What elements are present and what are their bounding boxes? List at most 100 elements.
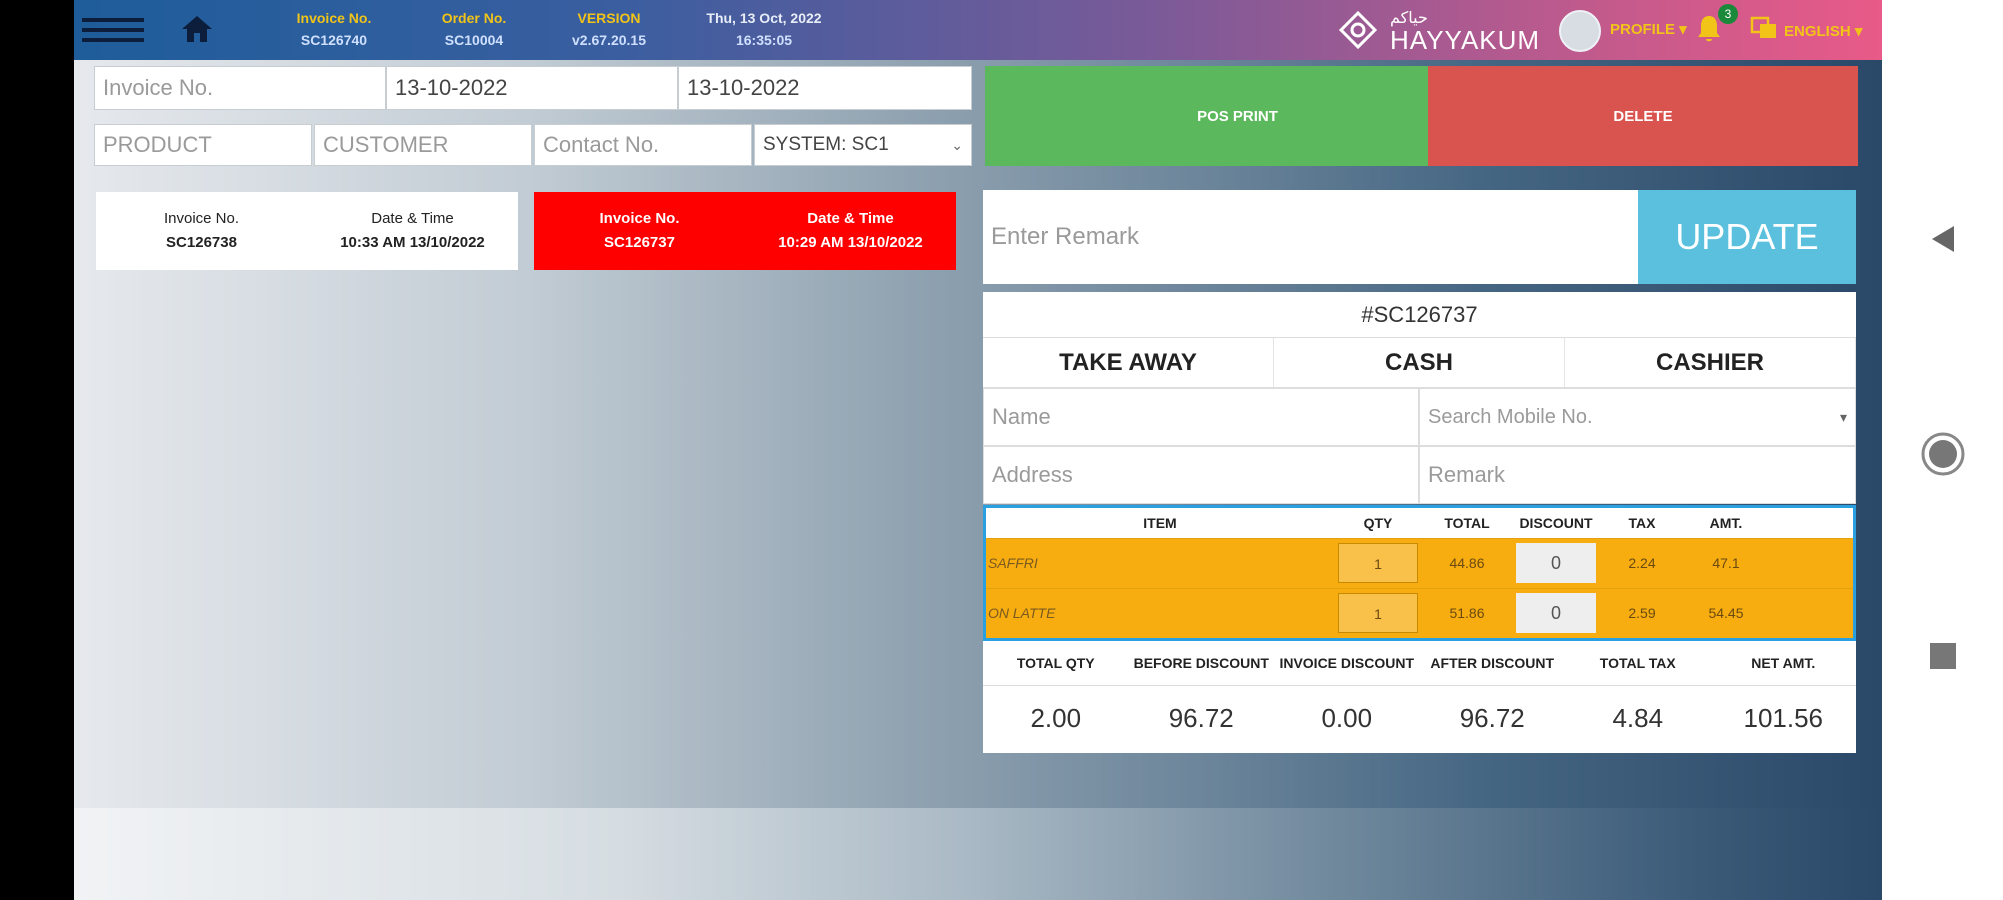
- recent-apps-icon[interactable]: [1882, 640, 2003, 672]
- after-discount-value: 96.72: [1459, 702, 1525, 733]
- date-from-value: 13-10-2022: [395, 75, 508, 100]
- items-table: ITEM QTY TOTAL DISCOUNT TAX AMT. SAFFRI …: [983, 505, 1856, 641]
- totals-summary: TOTAL QTY BEFORE DISCOUNT INVOICE DISCOU…: [983, 641, 1856, 753]
- order-type: TAKE AWAY: [983, 338, 1274, 387]
- table-row[interactable]: SAFFRI 1 44.86 0 2.24 47.1: [986, 537, 1853, 588]
- header-version-label: VERSION: [577, 10, 641, 26]
- col-total: TOTAL: [1422, 508, 1512, 538]
- invoice-card[interactable]: Invoice No. SC126738 Date & Time 10:33 A…: [96, 192, 518, 270]
- address-input[interactable]: Address: [983, 446, 1419, 504]
- invoice-search-input[interactable]: Invoice No.: [94, 66, 386, 110]
- header-invoice-no: Invoice No. SC126740: [264, 7, 404, 51]
- customer-remark-input[interactable]: Remark: [1419, 446, 1856, 504]
- table-row[interactable]: ON LATTE 1 51.86 0 2.59 54.45: [986, 587, 1853, 638]
- col-item: ITEM: [986, 508, 1334, 538]
- item-tax: 2.24: [1600, 537, 1684, 588]
- col-action: [1768, 508, 1853, 538]
- header-version: VERSION v2.67.20.15: [544, 7, 674, 51]
- system-select[interactable]: SYSTEM: SC1 ⌄: [754, 124, 972, 166]
- invoice-card-number-value: SC126738: [166, 234, 237, 251]
- header-version-value: v2.67.20.15: [572, 32, 646, 48]
- profile-label: PROFILE: [1610, 21, 1676, 38]
- after-discount-label: AFTER DISCOUNT: [1419, 641, 1565, 686]
- discount-input[interactable]: 0: [1516, 593, 1596, 634]
- invoice-card-datetime-value: 10:29 AM 13/10/2022: [778, 234, 923, 251]
- total-qty-value: 2.00: [1030, 702, 1082, 733]
- address-placeholder: Address: [992, 462, 1073, 487]
- contact-filter-input[interactable]: Contact No.: [534, 124, 752, 166]
- item-action[interactable]: [1768, 587, 1853, 638]
- invoice-card-number-label: Invoice No.: [599, 210, 680, 227]
- header-date: Thu, 13 Oct, 2022: [706, 10, 822, 26]
- customer-name-placeholder: Name: [992, 404, 1051, 429]
- back-icon[interactable]: [1882, 222, 2003, 256]
- header-invoice-label: Invoice No.: [296, 10, 372, 26]
- language-label: ENGLISH: [1784, 23, 1851, 40]
- header-datetime: Thu, 13 Oct, 2022 16:35:05: [684, 7, 844, 51]
- app-window: Invoice No. SC126740 Order No. SC10004 V…: [74, 0, 1882, 900]
- invoice-meta-row: TAKE AWAY CASH CASHIER: [983, 338, 1856, 388]
- invoice-discount-value: 0.00: [1321, 702, 1373, 733]
- left-letterbox: [0, 0, 74, 900]
- chevron-down-icon: ▾: [1839, 408, 1847, 425]
- item-discount-cell: 0: [1512, 537, 1600, 588]
- delete-button[interactable]: DELETE: [1428, 66, 1858, 166]
- header-order-label: Order No.: [441, 10, 507, 26]
- invoice-id: #SC126737: [983, 292, 1856, 338]
- brand-name: HAYYAKUM: [1390, 24, 1541, 55]
- date-from-input[interactable]: 13-10-2022: [386, 66, 678, 110]
- date-to-value: 13-10-2022: [687, 75, 800, 100]
- bell-icon[interactable]: [1696, 14, 1722, 49]
- home-icon[interactable]: [180, 14, 214, 49]
- menu-icon[interactable]: [82, 18, 144, 42]
- invoice-card-datetime: Date & Time 10:33 AM 13/10/2022: [307, 207, 518, 255]
- avatar[interactable]: [1559, 10, 1601, 52]
- qty-input[interactable]: 1: [1338, 543, 1418, 583]
- language-selector[interactable]: ENGLISH ▾: [1784, 22, 1862, 40]
- profile-menu[interactable]: PROFILE ▾: [1610, 20, 1687, 38]
- total-tax-value: 4.84: [1612, 702, 1664, 733]
- pos-print-button[interactable]: POS PRINT: [985, 66, 1490, 166]
- header-invoice-value: SC126740: [300, 32, 368, 48]
- language-icon[interactable]: [1750, 14, 1778, 47]
- notification-badge: 3: [1718, 4, 1738, 24]
- cashier-name: CASHIER: [1565, 338, 1856, 387]
- invoice-card-number: Invoice No. SC126738: [96, 207, 307, 255]
- discount-input[interactable]: 0: [1516, 543, 1596, 583]
- mobile-search-placeholder: Search Mobile No.: [1428, 405, 1593, 428]
- net-amt-value: 101.56: [1743, 702, 1824, 733]
- remark-placeholder: Enter Remark: [991, 223, 1140, 250]
- invoice-card-datetime-value: 10:33 AM 13/10/2022: [340, 234, 485, 251]
- items-header-row: ITEM QTY TOTAL DISCOUNT TAX AMT.: [986, 508, 1853, 538]
- brand-logo: حياكم HAYYAKUM: [1336, 4, 1551, 56]
- item-name: SAFFRI: [986, 537, 1334, 588]
- item-qty-cell: 1: [1334, 587, 1422, 638]
- header-order-value: SC10004: [444, 32, 504, 48]
- brand-arabic: حياكم: [1390, 7, 1428, 27]
- invoice-card-number: Invoice No. SC126737: [534, 207, 745, 255]
- invoice-card-number-label: Invoice No.: [163, 210, 240, 227]
- logo-emblem-icon: [1338, 10, 1378, 50]
- circle-home-icon[interactable]: [1882, 430, 2003, 478]
- invoice-discount-label: INVOICE DISCOUNT: [1274, 641, 1420, 686]
- header-time: 16:35:05: [735, 32, 793, 48]
- update-button[interactable]: UPDATE: [1638, 190, 1856, 284]
- product-filter-input[interactable]: PRODUCT: [94, 124, 312, 166]
- item-discount-cell: 0: [1512, 587, 1600, 638]
- date-to-input[interactable]: 13-10-2022: [678, 66, 972, 110]
- remark-input[interactable]: Enter Remark: [983, 190, 1643, 284]
- bottom-strip: [74, 808, 1882, 900]
- item-action[interactable]: [1768, 537, 1853, 588]
- qty-input[interactable]: 1: [1338, 593, 1418, 634]
- chevron-down-icon: ⌄: [951, 136, 963, 153]
- invoice-card-selected[interactable]: Invoice No. SC126737 Date & Time 10:29 A…: [534, 192, 956, 270]
- customer-filter-input[interactable]: CUSTOMER: [314, 124, 532, 166]
- customer-name-input[interactable]: Name: [983, 388, 1419, 446]
- invoice-card-datetime-label: Date & Time: [371, 210, 454, 227]
- contact-placeholder: Contact No.: [543, 132, 660, 157]
- item-total: 44.86: [1422, 537, 1512, 588]
- total-tax-label: TOTAL TAX: [1565, 641, 1711, 686]
- item-total: 51.86: [1422, 587, 1512, 638]
- mobile-search-input[interactable]: Search Mobile No. ▾: [1419, 388, 1856, 446]
- payment-type: CASH: [1274, 338, 1565, 387]
